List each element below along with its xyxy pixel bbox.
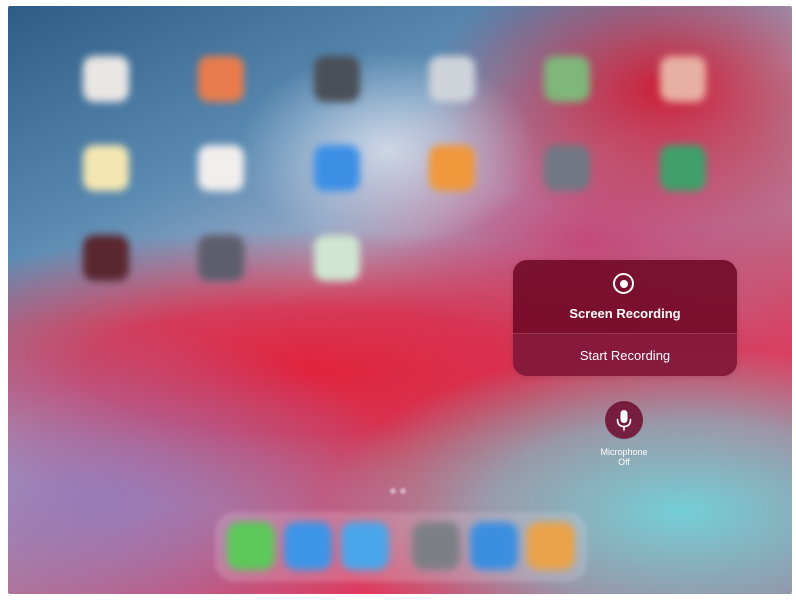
page-indicator-dot: [400, 488, 406, 494]
clock-icon: [429, 56, 475, 102]
microphone-title: Microphone: [600, 447, 648, 457]
green-app-icon: [660, 145, 706, 191]
microphone-label: Microphone Off: [574, 447, 674, 467]
app-icon: [83, 56, 129, 102]
ipad-screen: Screen Recording Start Recording Microph…: [8, 6, 792, 594]
messages-icon: [227, 522, 275, 570]
record-icon-dot: [620, 280, 628, 288]
photos-icon: [198, 56, 244, 102]
microphone-status: Off: [618, 457, 630, 467]
google-icon: [660, 56, 706, 102]
photos-icon: [527, 522, 575, 570]
start-recording-label: Start Recording: [579, 348, 671, 363]
record-icon: [613, 273, 634, 294]
files-icon: [470, 522, 518, 570]
screen-recording-panel: Screen Recording Start Recording: [513, 260, 737, 376]
page-indicator-dot: [390, 488, 396, 494]
reminders-icon: [198, 145, 244, 191]
mail-icon: [341, 522, 389, 570]
microphone-button[interactable]: [605, 401, 643, 439]
microphone-icon: [616, 410, 632, 431]
camera-icon: [314, 56, 360, 102]
wallpaper-glow: [238, 50, 538, 250]
safari-icon: [284, 522, 332, 570]
settings-icon: [544, 145, 590, 191]
drive-icon: [314, 235, 360, 281]
maps-icon: [544, 56, 590, 102]
start-recording-button[interactable]: Start Recording: [513, 334, 737, 376]
folder-icon: [198, 235, 244, 281]
notes-icon: [83, 145, 129, 191]
app-store-icon: [314, 145, 360, 191]
screen-recording-title: Screen Recording: [569, 306, 681, 321]
youtube-icon: [83, 235, 129, 281]
books-icon: [429, 145, 475, 191]
settings-icon: [412, 522, 460, 570]
